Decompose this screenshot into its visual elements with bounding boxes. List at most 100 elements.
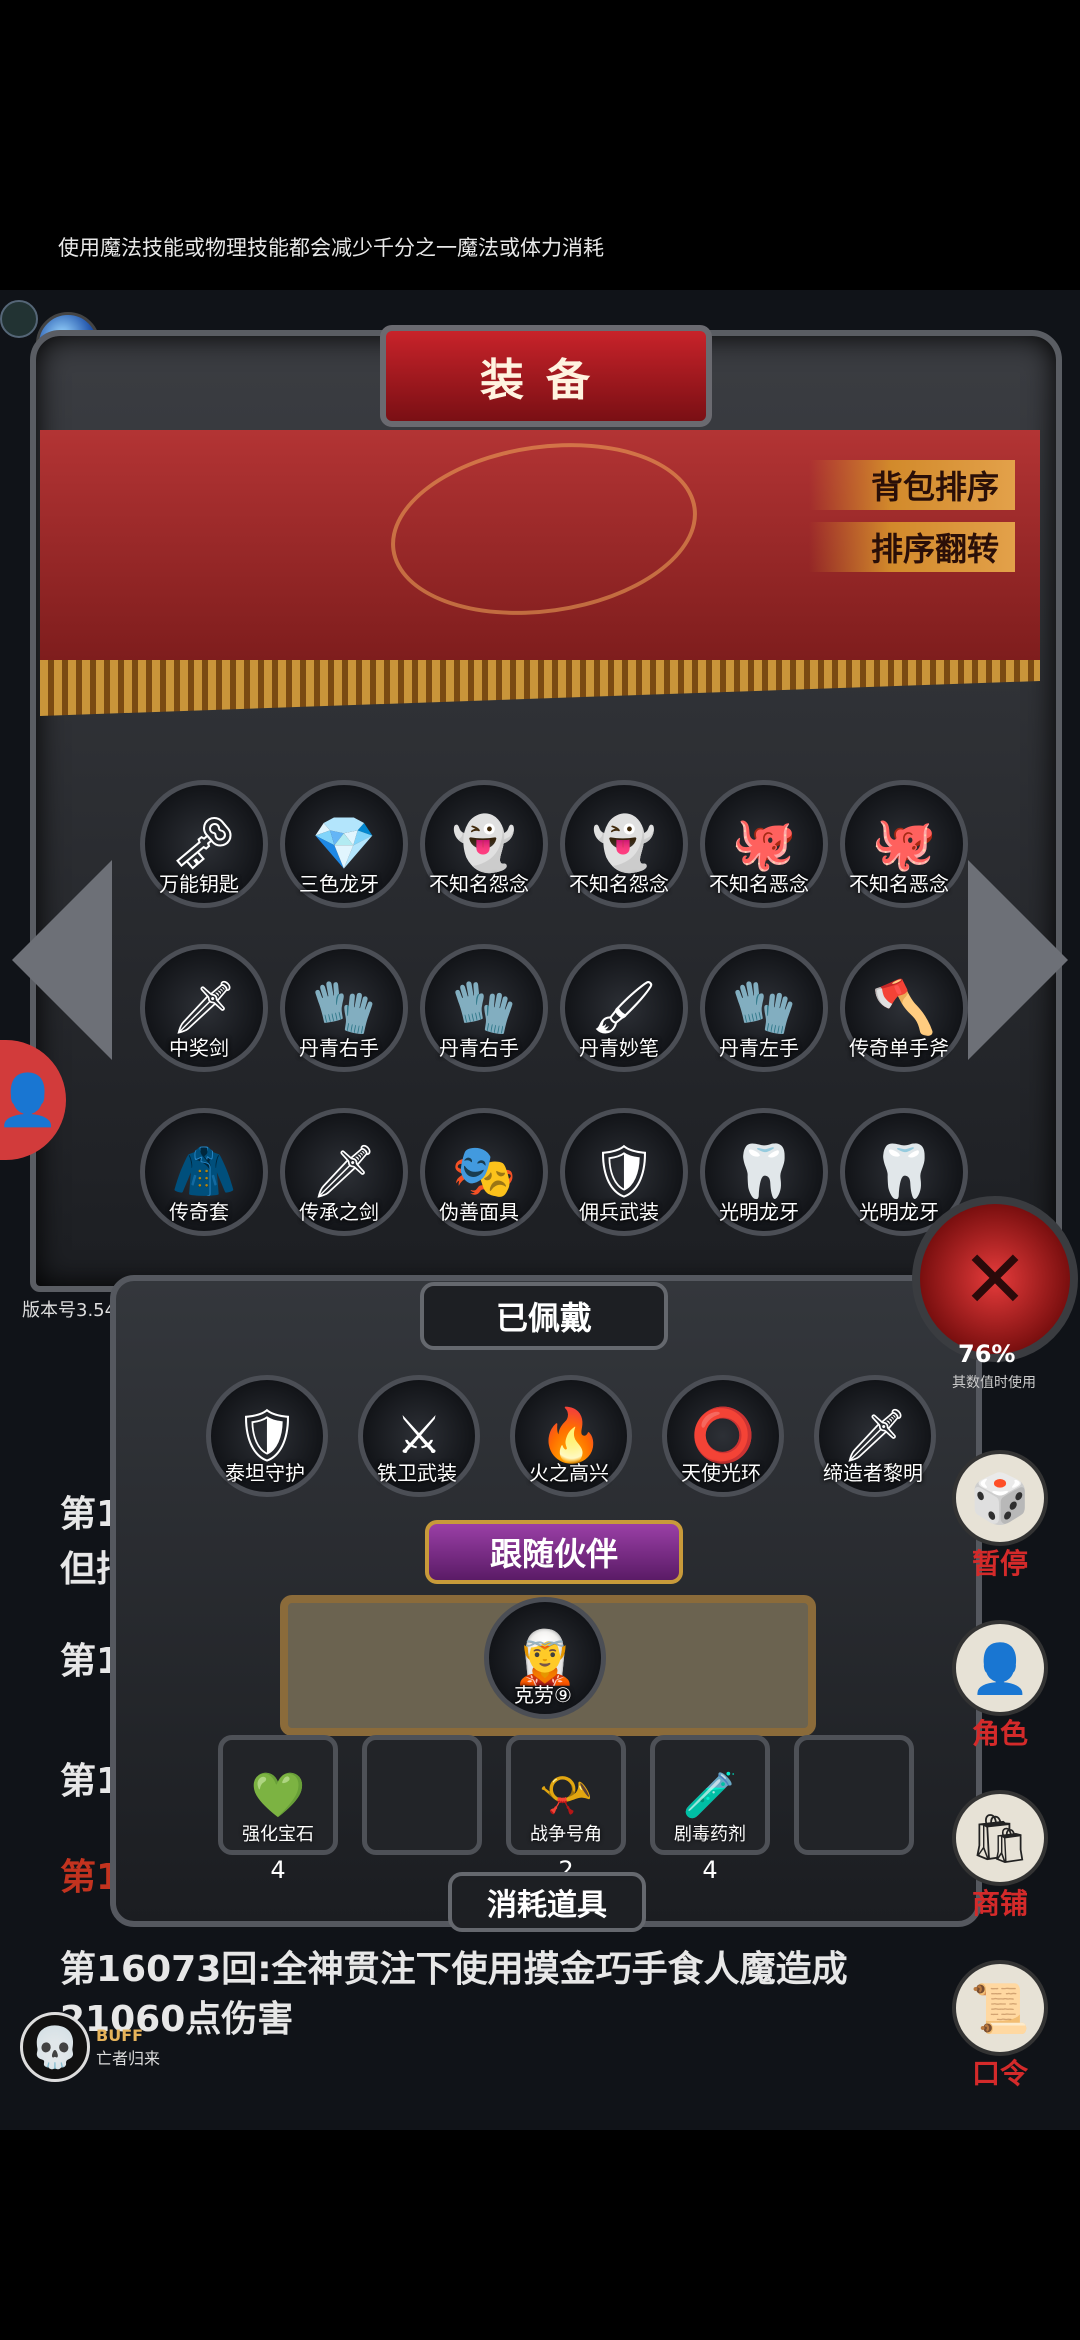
equipped-item[interactable]: 🗡 缔造者黎明 xyxy=(814,1375,936,1497)
menu-button[interactable]: 👤 角色 xyxy=(945,1620,1055,1752)
item-icon: 📯 xyxy=(538,1770,594,1821)
equipment-item[interactable]: 💎 三色龙牙 xyxy=(280,780,408,908)
item-label: 火之高兴 xyxy=(529,1461,609,1485)
menu-button[interactable]: 🎲 暂停 xyxy=(945,1450,1055,1582)
menu-button[interactable]: 🛍 商铺 xyxy=(945,1790,1055,1922)
item-label: 三色龙牙 xyxy=(299,872,379,896)
equipped-title: 已佩戴 xyxy=(420,1282,668,1350)
item-icon: 🐙 xyxy=(871,814,937,874)
menu-label: 角色 xyxy=(971,1717,1028,1750)
equipment-item[interactable]: 🧥 传奇套 xyxy=(140,1108,268,1236)
equipment-item[interactable]: 🐙 不知名恶念 xyxy=(840,780,968,908)
consumable-slot[interactable] xyxy=(794,1735,914,1855)
skull-icon: 💀 xyxy=(20,2012,90,2082)
close-icon: ✕ xyxy=(961,1232,1029,1326)
prev-page-arrow-icon[interactable] xyxy=(12,860,112,1060)
equipment-item[interactable]: 🐙 不知名恶念 xyxy=(700,780,828,908)
equipment-item[interactable]: 🗡 传承之剑 xyxy=(280,1108,408,1236)
item-label: 中奖剑 xyxy=(169,1036,229,1060)
item-label: 丹青右手 xyxy=(299,1036,379,1060)
equipped-item[interactable]: ⚔ 铁卫武装 xyxy=(358,1375,480,1497)
item-icon: 👻 xyxy=(451,814,517,874)
user-icon: 👤 xyxy=(0,1070,60,1129)
equipment-item[interactable]: 👻 不知名怨念 xyxy=(420,780,548,908)
item-icon: 🐙 xyxy=(731,814,797,874)
equipped-item[interactable]: 🔥 火之高兴 xyxy=(510,1375,632,1497)
item-icon: 🖌 xyxy=(590,978,657,1038)
consumable-count: 4 xyxy=(702,1856,718,1884)
equipment-item[interactable]: 🛡 佣兵武装 xyxy=(560,1108,688,1236)
item-label: 光明龙牙 xyxy=(719,1200,799,1224)
item-label: 泰坦守护 xyxy=(225,1461,305,1485)
item-label: 天使光环 xyxy=(681,1461,761,1485)
consumable-slot[interactable]: 💚 强化宝石 4 xyxy=(218,1735,338,1884)
equipment-item[interactable]: 🧤 丹青左手 xyxy=(700,944,828,1072)
consumable-count: 4 xyxy=(270,1856,286,1884)
version-label: 版本号3.54 xyxy=(22,1300,117,1321)
close-button[interactable]: ✕ xyxy=(912,1196,1078,1362)
item-label: 不知名恶念 xyxy=(849,872,949,896)
menu-icon: 📜 xyxy=(952,1960,1048,2056)
item-label: 伪善面具 xyxy=(439,1200,519,1224)
item-label: 丹青左手 xyxy=(719,1036,799,1060)
follower-icon: 🧝 xyxy=(512,1628,578,1688)
equipment-item[interactable]: 🖌 丹青妙笔 xyxy=(560,944,688,1072)
consumable-slot[interactable]: 📯 战争号角 2 xyxy=(506,1735,626,1884)
item-icon: 🦷 xyxy=(871,1142,937,1202)
item-label: 丹青右手 xyxy=(439,1036,519,1060)
consumables-row: 💚 强化宝石 4 📯 战争号角 2 🧪 剧毒药剂 4 xyxy=(218,1735,914,1884)
equipment-item[interactable]: 🪓 传奇单手斧 xyxy=(840,944,968,1072)
menu-label: 口令 xyxy=(971,2057,1028,2090)
sort-bag-button[interactable]: 背包排序 xyxy=(809,460,1015,510)
item-icon: 🗝 xyxy=(170,814,237,874)
percent-caption: 其数值时使用 xyxy=(952,1375,1036,1391)
menu-button[interactable]: 📜 口令 xyxy=(945,1960,1055,2092)
buff-label: BUFF xyxy=(96,2025,144,2045)
next-page-arrow-icon[interactable] xyxy=(968,860,1068,1060)
equipment-grid: 🗝 万能钥匙 💎 三色龙牙 👻 不知名怨念 👻 不知名怨念 🐙 不知名恶念 🐙 不知名恶念 🗡 中奖剑 🧤 丹… xyxy=(140,780,970,1236)
item-label: 传承之剑 xyxy=(299,1200,379,1224)
equipped-item[interactable]: ⭕ 天使光环 xyxy=(662,1375,784,1497)
item-label: 万能钥匙 xyxy=(159,872,239,896)
item-label: 不知名怨念 xyxy=(569,872,669,896)
equipment-item[interactable]: 🎭 伪善面具 xyxy=(420,1108,548,1236)
item-label: 剧毒药剂 xyxy=(674,1824,746,1845)
equipment-item[interactable]: 🗡 中奖剑 xyxy=(140,944,268,1072)
side-badge[interactable] xyxy=(0,300,38,338)
item-icon: 🧥 xyxy=(171,1142,237,1202)
item-icon: 🧤 xyxy=(311,978,377,1038)
equipment-item[interactable]: 👻 不知名怨念 xyxy=(560,780,688,908)
item-icon: 🛡 xyxy=(233,1406,300,1466)
equipment-item[interactable]: 🧤 丹青右手 xyxy=(280,944,408,1072)
item-icon: 👻 xyxy=(591,814,657,874)
item-icon: 🗡 xyxy=(170,978,237,1038)
buff-indicator[interactable]: 💀 BUFF 亡者归来 xyxy=(20,2012,160,2082)
menu-label: 暂停 xyxy=(971,1547,1028,1580)
item-label: 不知名恶念 xyxy=(709,872,809,896)
equipment-item[interactable]: 🦷 光明龙牙 xyxy=(700,1108,828,1236)
consumables-title: 消耗道具 xyxy=(448,1872,646,1932)
consumable-slot[interactable] xyxy=(362,1735,482,1855)
sort-flip-button[interactable]: 排序翻转 xyxy=(809,522,1015,572)
menu-icon: 🛍 xyxy=(952,1790,1048,1886)
right-menu: 🎲 暂停 👤 角色 🛍 商铺 📜 口令 xyxy=(945,1450,1055,2092)
equipped-row: 🛡 泰坦守护 ⚔ 铁卫武装 🔥 火之高兴 ⭕ 天使光环 🗡 缔造者黎明 xyxy=(206,1375,936,1497)
item-icon: 🗡 xyxy=(841,1406,908,1466)
item-icon: 🛡 xyxy=(590,1142,657,1202)
item-icon: 💎 xyxy=(311,814,377,874)
item-icon: ⚔ xyxy=(395,1406,443,1466)
item-label: 强化宝石 xyxy=(242,1824,314,1845)
follower-title: 跟随伙伴 xyxy=(425,1520,683,1584)
consumable-slot[interactable]: 🧪 剧毒药剂 4 xyxy=(650,1735,770,1884)
follower-item[interactable]: 🧝 克劳⑨ xyxy=(484,1597,606,1719)
item-icon: 🎭 xyxy=(451,1142,517,1202)
item-icon: 🧪 xyxy=(682,1770,738,1821)
item-label: 战争号角 xyxy=(530,1824,602,1845)
item-icon: 🪓 xyxy=(871,978,937,1038)
item-icon: 🔥 xyxy=(538,1406,604,1466)
equipped-item[interactable]: 🛡 泰坦守护 xyxy=(206,1375,328,1497)
item-icon: 🗡 xyxy=(310,1142,377,1202)
equipment-item[interactable]: 🗝 万能钥匙 xyxy=(140,780,268,908)
follower-name: 克劳⑨ xyxy=(514,1683,572,1707)
equipment-item[interactable]: 🧤 丹青右手 xyxy=(420,944,548,1072)
